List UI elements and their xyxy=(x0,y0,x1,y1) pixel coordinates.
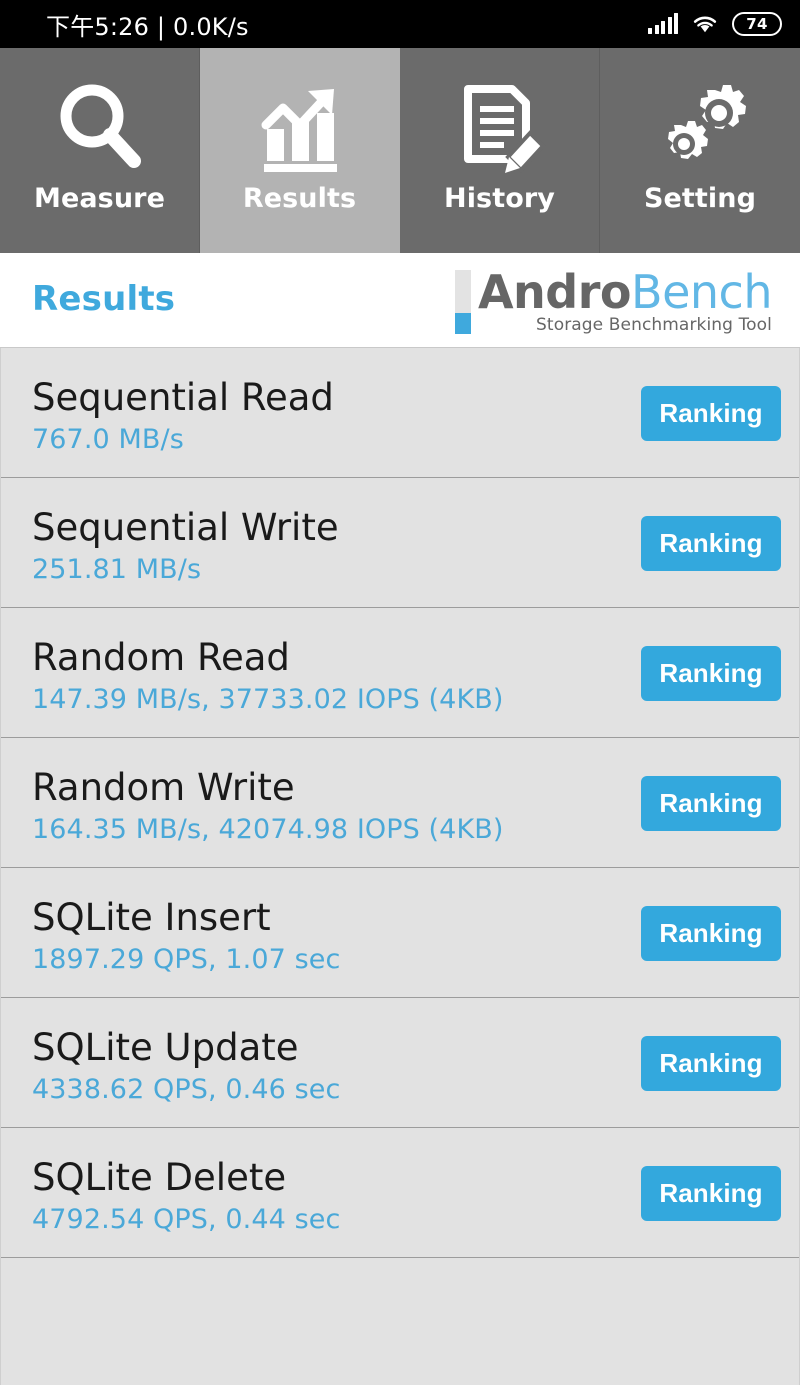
status-icons: 74 xyxy=(648,12,782,36)
table-row: SQLite Delete 4792.54 QPS, 0.44 sec Rank… xyxy=(1,1128,799,1258)
ranking-button[interactable]: Ranking xyxy=(641,386,781,441)
result-value: 4792.54 QPS, 0.44 sec xyxy=(32,1204,341,1235)
gears-icon xyxy=(650,74,750,179)
result-text-group: SQLite Delete 4792.54 QPS, 0.44 sec xyxy=(32,1156,340,1237)
tab-history[interactable]: History xyxy=(400,48,600,253)
table-row: Sequential Write 251.81 MB/s Ranking xyxy=(1,478,799,608)
ranking-button[interactable]: Ranking xyxy=(641,1166,781,1221)
result-name: Sequential Write xyxy=(32,506,339,549)
result-name: SQLite Insert xyxy=(32,896,271,939)
ranking-button[interactable]: Ranking xyxy=(641,516,781,571)
status-bar: 下午5:26 | 0.0K/s 74 xyxy=(0,0,800,48)
app-screen: 下午5:26 | 0.0K/s 74 Measure Results Histo… xyxy=(0,0,800,1385)
ranking-button[interactable]: Ranking xyxy=(641,1036,781,1091)
result-text-group: Sequential Read 767.0 MB/s xyxy=(32,376,334,457)
tab-results-label: Results xyxy=(242,183,357,214)
tab-setting-label: Setting xyxy=(643,183,757,214)
tab-measure[interactable]: Measure xyxy=(0,48,200,253)
result-name: SQLite Update xyxy=(32,1026,299,1069)
tab-measure-label: Measure xyxy=(33,183,166,214)
result-name: Sequential Read xyxy=(32,376,334,419)
status-time-network: 下午5:26 | 0.0K/s xyxy=(46,12,249,41)
result-text-group: Random Read 147.39 MB/s, 37733.02 IOPS (… xyxy=(32,636,504,717)
list-empty-space xyxy=(1,1258,799,1358)
result-value: 251.81 MB/s xyxy=(32,554,202,585)
table-row: Random Write 164.35 MB/s, 42074.98 IOPS … xyxy=(1,738,799,868)
result-value: 4338.62 QPS, 0.46 sec xyxy=(32,1074,341,1105)
androbench-logo: AndroBench Storage Benchmarking Tool xyxy=(454,265,772,335)
bar-chart-arrow-icon xyxy=(250,74,350,179)
logo-secondary-text: Bench xyxy=(631,265,772,319)
page-title: Results xyxy=(32,279,176,319)
result-name: SQLite Delete xyxy=(32,1156,287,1199)
table-row: SQLite Update 4338.62 QPS, 0.46 sec Rank… xyxy=(1,998,799,1128)
battery-icon: 74 xyxy=(732,12,782,36)
table-row: Random Read 147.39 MB/s, 37733.02 IOPS (… xyxy=(1,608,799,738)
table-row: Sequential Read 767.0 MB/s Ranking xyxy=(1,348,799,478)
result-value: 1897.29 QPS, 1.07 sec xyxy=(32,944,341,975)
logo-subtitle: Storage Benchmarking Tool xyxy=(536,315,772,335)
magnifier-icon xyxy=(50,74,150,179)
ranking-button[interactable]: Ranking xyxy=(641,646,781,701)
result-value: 767.0 MB/s xyxy=(32,424,184,455)
result-name: Random Write xyxy=(32,766,295,809)
ranking-button[interactable]: Ranking xyxy=(641,906,781,961)
result-value: 164.35 MB/s, 42074.98 IOPS (4KB) xyxy=(32,814,504,845)
logo-bar-icon xyxy=(454,270,471,334)
result-text-group: SQLite Update 4338.62 QPS, 0.46 sec xyxy=(32,1026,340,1107)
battery-level: 74 xyxy=(746,15,768,33)
tab-setting[interactable]: Setting xyxy=(600,48,800,253)
result-text-group: Sequential Write 251.81 MB/s xyxy=(32,506,339,587)
result-text-group: Random Write 164.35 MB/s, 42074.98 IOPS … xyxy=(32,766,504,847)
logo-primary-text: Andro xyxy=(477,265,632,319)
results-list: Sequential Read 767.0 MB/s Ranking Seque… xyxy=(0,348,800,1385)
page-header: Results AndroBench Storage Benchmarking … xyxy=(0,253,800,348)
tab-history-label: History xyxy=(444,183,555,214)
signal-bars-icon xyxy=(648,13,678,34)
ranking-button[interactable]: Ranking xyxy=(641,776,781,831)
main-tab-bar: Measure Results History Setting xyxy=(0,48,800,253)
result-text-group: SQLite Insert 1897.29 QPS, 1.07 sec xyxy=(32,896,340,977)
document-pencil-icon xyxy=(450,74,550,179)
result-value: 147.39 MB/s, 37733.02 IOPS (4KB) xyxy=(32,684,504,715)
table-row: SQLite Insert 1897.29 QPS, 1.07 sec Rank… xyxy=(1,868,799,998)
wifi-icon xyxy=(692,14,718,34)
result-name: Random Read xyxy=(32,636,290,679)
tab-results[interactable]: Results xyxy=(200,48,400,253)
